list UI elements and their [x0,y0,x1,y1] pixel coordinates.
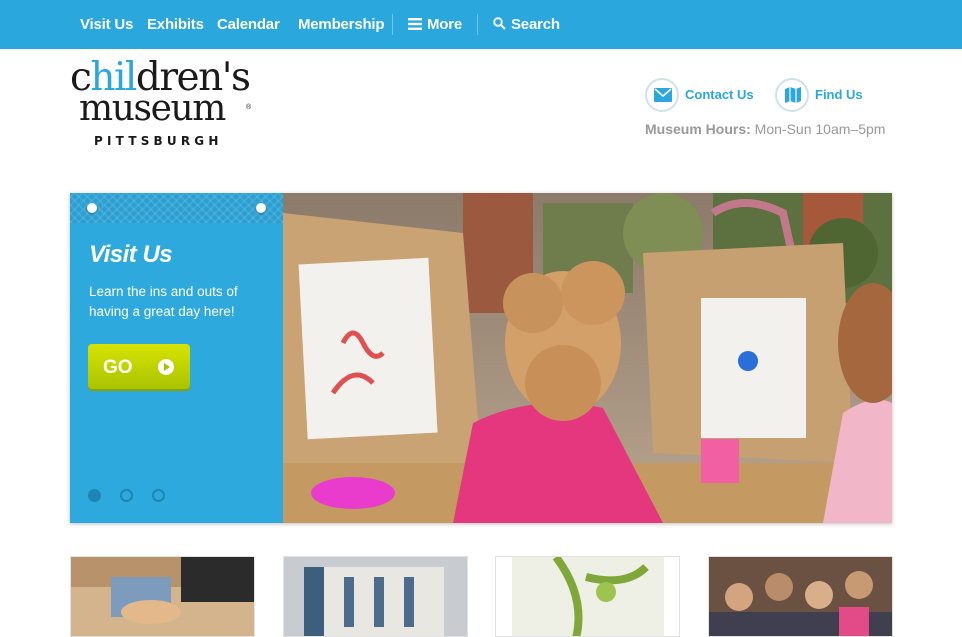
envelope-icon [645,78,679,112]
slide-dot-1[interactable] [88,489,101,502]
nav-search[interactable]: Search [493,0,560,49]
thumbnail-1[interactable] [70,556,255,637]
nav-visit-us[interactable]: Visit Us [80,0,133,49]
contact-us-label: Contact Us [685,87,754,102]
thumbnail-4[interactable] [708,556,893,637]
hero-description: Learn the ins and outs of having a great… [89,284,238,319]
arrow-right-icon [158,359,174,375]
nav-more-label: More [427,16,463,33]
nav-more[interactable]: More [408,0,462,49]
go-button-label: GO [103,357,133,378]
slide-dot-2[interactable] [120,489,133,502]
logo-word-museum: museum [79,88,226,129]
thumbnail-3[interactable] [495,556,680,637]
site-logo[interactable]: children's museum ® PITTSBURGH [70,58,260,148]
hours-value: Mon-Sun 10am–5pm [750,121,886,137]
hours-label: Museum Hours: [645,121,751,137]
find-us-label: Find Us [815,87,863,102]
hero-panel: Visit Us Learn the ins and outs of havin… [70,193,283,523]
nav-search-label: Search [511,16,560,33]
logo-registered-mark: ® [246,104,252,111]
nav-membership[interactable]: Membership [298,0,385,49]
nav-calendar[interactable]: Calendar [217,0,280,49]
slide-dot-3[interactable] [152,489,165,502]
thumbnail-2[interactable] [283,556,468,637]
top-navigation: Visit Us Exhibits Calendar Membership Mo… [0,0,962,49]
hero-slider: Visit Us Learn the ins and outs of havin… [70,193,892,523]
find-us-link[interactable]: Find Us [775,78,875,112]
nav-divider [392,14,393,35]
pin-icon [256,203,266,213]
hero-title: Visit Us [89,241,173,268]
contact-us-link[interactable]: Contact Us [645,78,765,112]
map-icon [775,78,809,112]
go-button[interactable]: GO [88,344,190,389]
museum-hours: Museum Hours: Mon-Sun 10am–5pm [645,121,885,137]
pin-icon [87,203,97,213]
logo-word-pittsburgh: PITTSBURGH [94,134,223,148]
menu-icon [408,1,422,50]
hero-photo [283,193,892,523]
nav-exhibits[interactable]: Exhibits [147,0,204,49]
nav-divider [477,14,478,35]
search-icon [493,1,506,50]
panel-pattern-band [70,193,283,223]
